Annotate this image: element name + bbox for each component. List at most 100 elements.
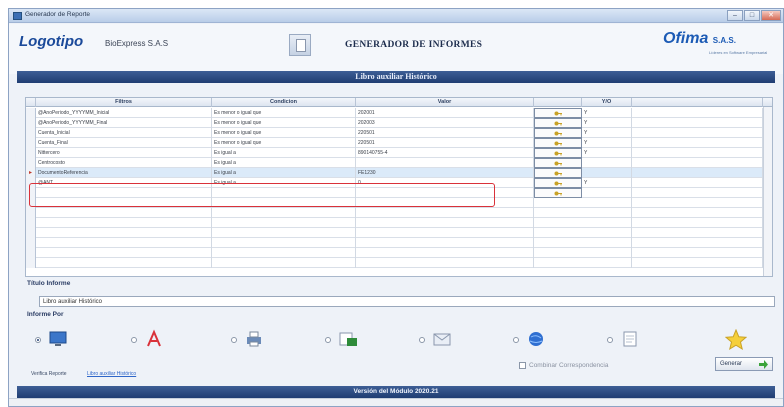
cell-condicion[interactable] xyxy=(212,208,356,218)
cell-valor[interactable] xyxy=(356,208,534,218)
cell-yo[interactable] xyxy=(582,198,632,208)
cell-yo[interactable] xyxy=(582,238,632,248)
cell-filtro[interactable]: Centrocosto xyxy=(36,158,212,168)
cell-yo[interactable]: Y xyxy=(582,178,632,188)
cell-yo[interactable] xyxy=(582,218,632,228)
export-radio[interactable] xyxy=(513,337,519,343)
cell-yo[interactable] xyxy=(582,208,632,218)
cell-valor[interactable] xyxy=(356,228,534,238)
row-header[interactable] xyxy=(26,238,36,248)
row-header[interactable] xyxy=(26,258,36,268)
cell-filtro[interactable]: Cuenta_Inicial xyxy=(36,128,212,138)
cell-filtro[interactable]: @AnoPeriodo_YYYYMM_Inicial xyxy=(36,108,212,118)
export-radio[interactable] xyxy=(131,337,137,343)
table-row[interactable]: Centrocosto Es igual a xyxy=(26,158,772,168)
column-header-condicion[interactable]: Condicion xyxy=(212,98,356,107)
combine-correspondence-checkbox[interactable] xyxy=(519,362,526,369)
row-header[interactable] xyxy=(26,138,36,148)
cell-yo[interactable] xyxy=(582,168,632,178)
maximize-button[interactable]: □ xyxy=(744,10,760,21)
cell-filtro[interactable]: Cuenta_Final xyxy=(36,138,212,148)
cell-yo[interactable]: Y xyxy=(582,128,632,138)
cell-filtro[interactable]: @AnoPeriodo_YYYYMM_Final xyxy=(36,118,212,128)
minimize-button[interactable]: – xyxy=(727,10,743,21)
cell-condicion[interactable]: Es igual a xyxy=(212,158,356,168)
cell-filtro[interactable] xyxy=(36,258,212,268)
table-row[interactable]: Cuenta_Inicial Es menor o igual que 220501… xyxy=(26,128,772,138)
column-header-valor[interactable]: Valor xyxy=(356,98,534,107)
lookup-button[interactable] xyxy=(534,128,582,138)
cell-valor[interactable]: 220501 xyxy=(356,128,534,138)
cell-yo[interactable]: Y xyxy=(582,138,632,148)
cell-condicion[interactable] xyxy=(212,258,356,268)
row-header[interactable] xyxy=(26,158,36,168)
verify-report-link[interactable]: Libro auxiliar Histórico xyxy=(87,371,136,377)
lookup-button[interactable] xyxy=(534,158,582,168)
cell-yo[interactable]: Y xyxy=(582,118,632,128)
report-title-input[interactable]: Libro auxiliar Histórico xyxy=(39,296,775,307)
generate-button[interactable]: Generar xyxy=(715,357,773,371)
row-header[interactable] xyxy=(26,148,36,158)
row-header[interactable] xyxy=(26,118,36,128)
cell-yo[interactable] xyxy=(582,158,632,168)
cell-valor[interactable] xyxy=(356,258,534,268)
export-radio[interactable] xyxy=(607,337,613,343)
export-radio[interactable] xyxy=(419,337,425,343)
cell-yo[interactable] xyxy=(582,188,632,198)
lookup-button[interactable] xyxy=(534,188,582,198)
cell-condicion[interactable] xyxy=(212,218,356,228)
cell-valor[interactable]: 202003 xyxy=(356,118,534,128)
cell-condicion[interactable]: Es igual a xyxy=(212,168,356,178)
cell-condicion[interactable]: Es menor o igual que xyxy=(212,108,356,118)
cell-valor[interactable] xyxy=(356,218,534,228)
column-header-filtros[interactable]: Filtros xyxy=(36,98,212,107)
cell-condicion[interactable]: Es menor o igual que xyxy=(212,128,356,138)
lookup-button[interactable] xyxy=(534,178,582,188)
cell-condicion[interactable] xyxy=(212,248,356,258)
lookup-button[interactable] xyxy=(534,118,582,128)
column-header-yo[interactable]: Y/O xyxy=(582,98,632,107)
cell-filtro[interactable] xyxy=(36,208,212,218)
cell-yo[interactable]: Y xyxy=(582,148,632,158)
table-row[interactable] xyxy=(26,238,772,248)
cell-yo[interactable]: Y xyxy=(582,108,632,118)
cell-valor[interactable]: 890140755-4 xyxy=(356,148,534,158)
cell-condicion[interactable]: Es menor o igual que xyxy=(212,138,356,148)
cell-filtro[interactable] xyxy=(36,228,212,238)
cell-valor[interactable] xyxy=(356,238,534,248)
table-row[interactable]: @AnoPeriodo_YYYYMM_Inicial Es menor o igu… xyxy=(26,108,772,118)
lookup-button[interactable] xyxy=(534,168,582,178)
lookup-button[interactable] xyxy=(534,138,582,148)
cell-condicion[interactable]: Es menor o igual que xyxy=(212,118,356,128)
cell-filtro[interactable] xyxy=(36,218,212,228)
export-radio[interactable] xyxy=(231,337,237,343)
row-header[interactable]: ▸ xyxy=(26,168,36,178)
row-header[interactable] xyxy=(26,208,36,218)
cell-valor[interactable]: 202001 xyxy=(356,108,534,118)
cell-filtro[interactable]: Nittercero xyxy=(36,148,212,158)
cell-filtro[interactable] xyxy=(36,248,212,258)
vertical-scrollbar[interactable] xyxy=(763,107,772,276)
table-row[interactable]: Nittercero Es igual a 890140755-4 Y xyxy=(26,148,772,158)
cell-condicion[interactable] xyxy=(212,228,356,238)
cell-condicion[interactable]: Es igual a xyxy=(212,148,356,158)
row-header[interactable] xyxy=(26,108,36,118)
cell-yo[interactable] xyxy=(582,248,632,258)
horizontal-scrollbar[interactable] xyxy=(9,398,783,406)
row-header[interactable] xyxy=(26,128,36,138)
table-row[interactable]: ▸ DocumentoReferencia Es igual a FE1230 xyxy=(26,168,772,178)
cell-yo[interactable] xyxy=(582,258,632,268)
row-header[interactable] xyxy=(26,228,36,238)
export-radio[interactable] xyxy=(35,337,41,343)
cell-condicion[interactable] xyxy=(212,238,356,248)
table-row[interactable] xyxy=(26,208,772,218)
cell-filtro[interactable]: DocumentoReferencia xyxy=(36,168,212,178)
table-row[interactable] xyxy=(26,218,772,228)
cell-valor[interactable]: FE1230 xyxy=(356,168,534,178)
table-row[interactable]: Cuenta_Final Es menor o igual que 220501 Y xyxy=(26,138,772,148)
cell-valor[interactable] xyxy=(356,248,534,258)
table-row[interactable] xyxy=(26,258,772,268)
cell-valor[interactable]: 220501 xyxy=(356,138,534,148)
lookup-button[interactable] xyxy=(534,108,582,118)
star-icon[interactable] xyxy=(725,329,747,351)
